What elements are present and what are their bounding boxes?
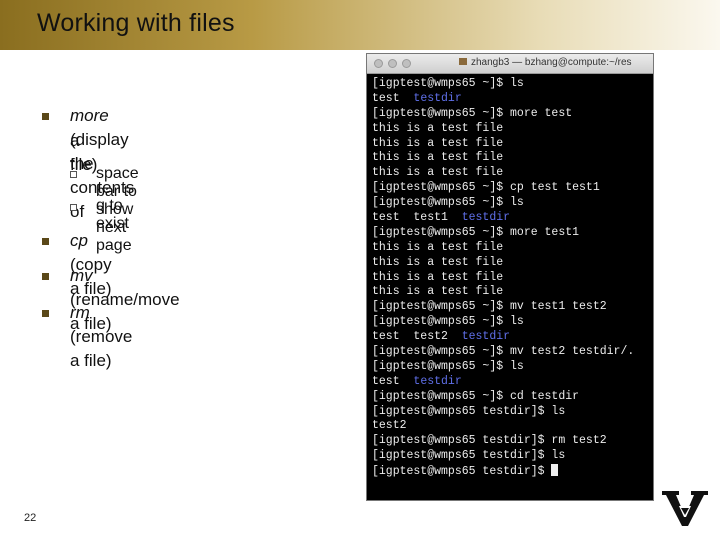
zoom-window-icon[interactable] xyxy=(402,59,411,68)
terminal-line: this is a test file xyxy=(372,240,504,254)
terminal-line: [igptest@wmps65 ~]$ mv test1 test2 xyxy=(372,300,607,314)
terminal-line: [igptest@wmps65 ~]$ cd testdir xyxy=(372,389,580,403)
bullet-marker xyxy=(42,113,49,120)
terminal-prompt-line[interactable]: [igptest@wmps65 testdir]$ xyxy=(372,464,652,479)
terminal-line: this is a test file xyxy=(372,255,504,269)
directory-name: testdir xyxy=(413,374,462,388)
terminal-line: [igptest@wmps65 testdir]$ ls xyxy=(372,404,566,418)
terminal-line: [igptest@wmps65 ~]$ more test xyxy=(372,106,573,120)
terminal-line: [igptest@wmps65 ~]$ mv test2 testdir/. xyxy=(372,345,635,359)
terminal-text: test xyxy=(372,374,414,388)
bullet-marker xyxy=(42,273,49,280)
terminal-window-title: zhangb3 — bzhang@compute:~/res xyxy=(459,57,632,68)
bullet-cmd: cp xyxy=(70,231,88,250)
sub-bullet-marker xyxy=(70,204,77,211)
sub-bullet-marker xyxy=(70,171,77,178)
terminal-line: [igptest@wmps65 ~]$ ls xyxy=(372,315,524,329)
bullet-cmd: mv xyxy=(70,266,93,285)
terminal-line: [igptest@wmps65 ~]$ ls xyxy=(372,196,524,210)
page-number: 22 xyxy=(24,512,37,524)
terminal-line: [igptest@wmps65 ~]$ ls xyxy=(372,359,524,373)
close-window-icon[interactable] xyxy=(374,59,383,68)
terminal-text: test xyxy=(372,91,414,105)
terminal-title-text: zhangb3 — bzhang@compute:~/res xyxy=(471,57,632,68)
directory-name: testdir xyxy=(461,211,511,225)
terminal-line: test testdir xyxy=(372,92,652,107)
terminal-line: test test1 testdir xyxy=(372,211,652,226)
terminal-line: [igptest@wmps65 testdir]$ ls xyxy=(372,449,566,463)
vanderbilt-v-logo-icon xyxy=(662,491,708,526)
home-folder-icon xyxy=(459,58,467,65)
terminal-line: this is a test file xyxy=(372,121,504,135)
terminal-window[interactable]: zhangb3 — bzhang@compute:~/res [igptest@… xyxy=(366,53,654,501)
terminal-line: this is a test file xyxy=(372,151,504,165)
terminal-line: this is a test file xyxy=(372,136,504,150)
directory-name: testdir xyxy=(461,330,511,344)
bullet-cmd: more xyxy=(70,106,109,125)
terminal-line: test2 xyxy=(372,419,407,433)
bullet-cmd: rm xyxy=(70,303,90,322)
terminal-text: test test1 xyxy=(372,211,462,225)
terminal-prompt: [igptest@wmps65 testdir]$ xyxy=(372,465,552,479)
terminal-titlebar[interactable]: zhangb3 — bzhang@compute:~/res xyxy=(367,54,653,74)
terminal-line: [igptest@wmps65 ~]$ more test1 xyxy=(372,225,580,239)
directory-name: testdir xyxy=(413,91,462,105)
bullet-more-cont: a file) xyxy=(70,131,98,174)
bullet-marker xyxy=(42,238,49,245)
terminal-line: test test2 testdir xyxy=(372,330,652,345)
bullet-rm: rm (remove a file) xyxy=(70,301,132,373)
terminal-line: [igptest@wmps65 ~]$ cp test test1 xyxy=(372,181,600,195)
terminal-line: this is a test file xyxy=(372,166,504,180)
slide-title: Working with files xyxy=(37,9,235,37)
terminal-line: [igptest@wmps65 testdir]$ rm test2 xyxy=(372,434,607,448)
minimize-window-icon[interactable] xyxy=(388,59,397,68)
terminal-line: test testdir xyxy=(372,375,652,390)
terminal-line: [igptest@wmps65 ~]$ ls xyxy=(372,77,524,90)
terminal-line: this is a test file xyxy=(372,270,504,284)
bullet-marker xyxy=(42,310,49,317)
sub-bullet-q: q to exist xyxy=(96,197,129,232)
terminal-line: this is a test file xyxy=(372,285,504,299)
bullet-desc: (remove a file) xyxy=(70,327,133,370)
cursor-icon xyxy=(551,464,559,477)
terminal-text: test test2 xyxy=(372,330,462,344)
terminal-output[interactable]: [igptest@wmps65 ~]$ ls test testdir [igp… xyxy=(372,77,652,479)
